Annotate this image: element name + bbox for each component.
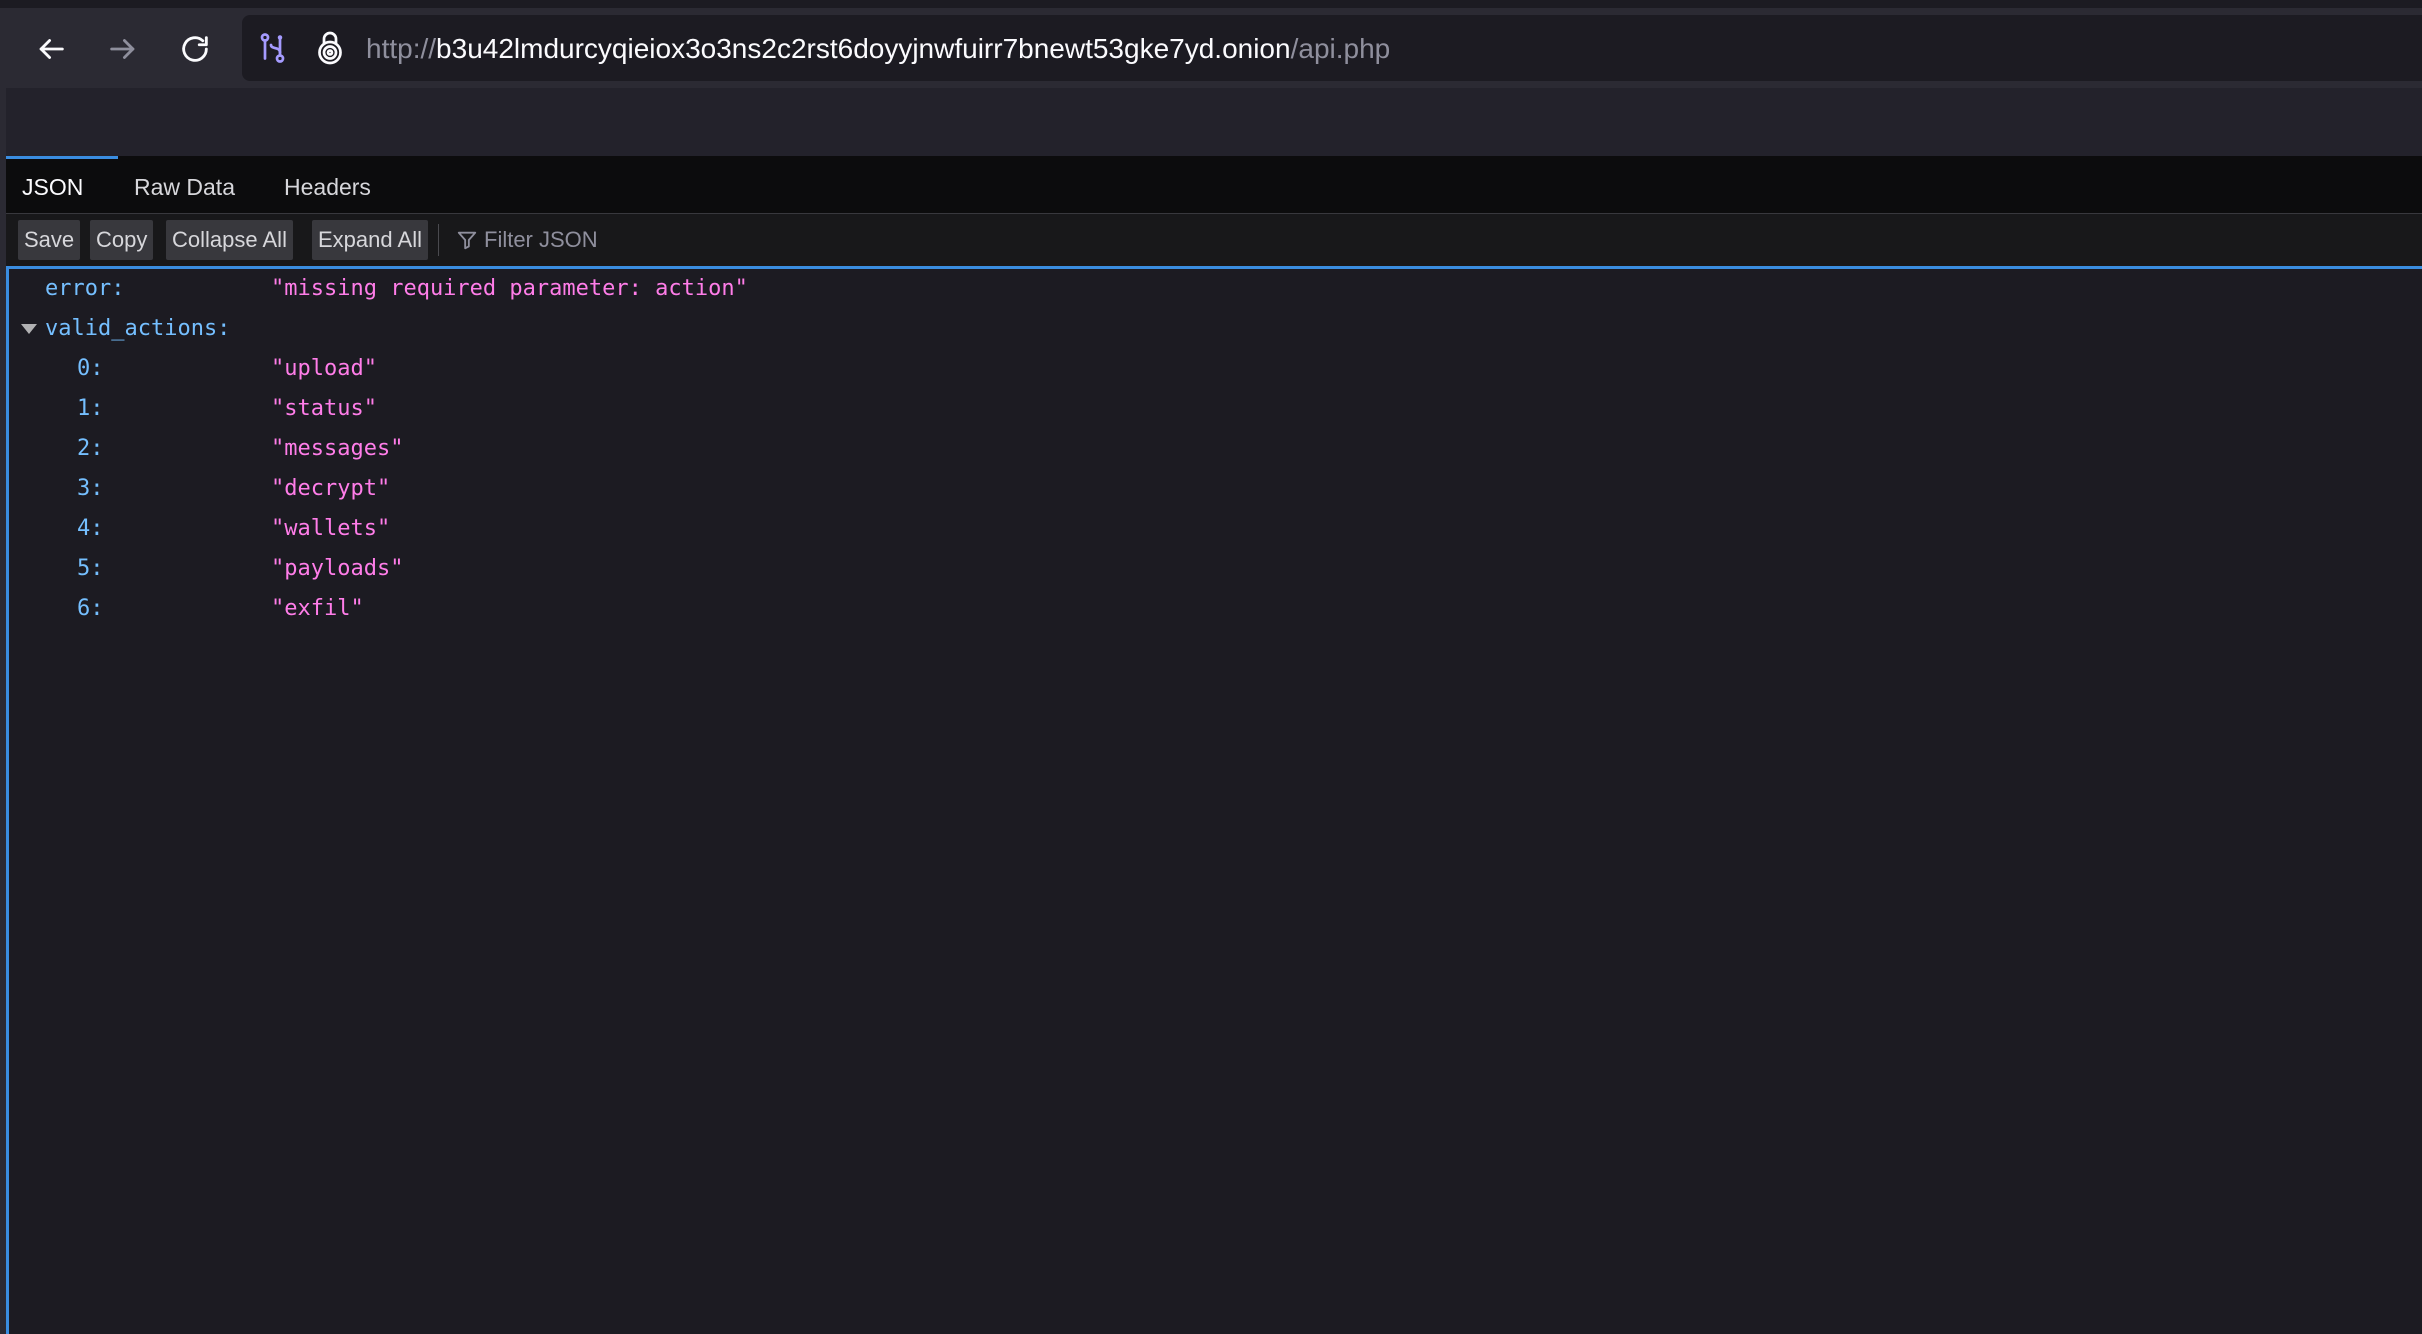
json-tree: error: "missing required parameter: acti… <box>6 269 2422 1334</box>
tab-json[interactable]: JSON <box>6 156 118 217</box>
json-array-item[interactable]: 0: "upload" <box>9 349 2409 389</box>
json-row-valid-actions[interactable]: valid_actions: <box>9 309 2409 349</box>
json-key: valid_actions: <box>45 316 231 341</box>
json-key: error: <box>45 276 125 301</box>
tab-headers[interactable]: Headers <box>268 156 387 214</box>
json-string-value: "payloads" <box>271 556 404 581</box>
url-bar[interactable]: http://b3u42lmdurcyqieiox3o3ns2c2rst6doy… <box>242 15 2422 81</box>
filter-json-input[interactable]: Filter JSON <box>456 220 598 260</box>
json-string-value: "status" <box>271 396 377 421</box>
filter-icon <box>457 231 477 250</box>
back-button[interactable] <box>28 26 74 72</box>
arrow-right-icon <box>110 39 135 59</box>
site-permissions-icon[interactable] <box>256 30 292 66</box>
json-string-value: "upload" <box>271 356 377 381</box>
json-index: 0: <box>77 356 104 381</box>
json-string-value: "wallets" <box>271 516 391 541</box>
json-array-item[interactable]: 2: "messages" <box>9 429 2409 469</box>
navigation-toolbar: http://b3u42lmdurcyqieiox3o3ns2c2rst6doy… <box>0 0 2422 88</box>
json-index: 6: <box>77 596 104 621</box>
expand-triangle-icon[interactable] <box>21 324 37 334</box>
url-text[interactable]: http://b3u42lmdurcyqieiox3o3ns2c2rst6doy… <box>366 32 1390 66</box>
json-array-item[interactable]: 1: "status" <box>9 389 2409 429</box>
onion-lock-icon[interactable] <box>312 30 348 66</box>
json-array-item[interactable]: 3: "decrypt" <box>9 469 2409 509</box>
json-index: 2: <box>77 436 104 461</box>
json-array-item[interactable]: 6: "exfil" <box>9 589 2409 629</box>
json-string-value: "exfil" <box>271 596 364 621</box>
reload-icon <box>182 36 208 62</box>
tab-raw-data[interactable]: Raw Data <box>118 156 251 214</box>
forward-button[interactable] <box>100 26 146 72</box>
json-row-error[interactable]: error: "missing required parameter: acti… <box>9 269 2409 309</box>
bookmarks-strip <box>6 88 2422 157</box>
json-index: 3: <box>77 476 104 501</box>
json-index: 5: <box>77 556 104 581</box>
filter-placeholder: Filter JSON <box>484 227 598 252</box>
url-path: /api.php <box>1290 33 1391 64</box>
url-host: b3u42lmdurcyqieiox3o3ns2c2rst6doyyjnwfui… <box>436 33 1291 64</box>
json-viewer-tabbar: JSON Raw Data Headers <box>6 156 2422 214</box>
json-array-item[interactable]: 4: "wallets" <box>9 509 2409 549</box>
copy-button[interactable]: Copy <box>90 220 154 260</box>
expand-all-button[interactable]: Expand All <box>312 220 428 260</box>
json-string-value: "missing required parameter: action" <box>271 276 748 301</box>
json-string-value: "decrypt" <box>271 476 391 501</box>
arrow-left-icon <box>39 39 64 59</box>
reload-button[interactable] <box>172 26 218 72</box>
toolbar-separator <box>438 224 439 256</box>
json-array-item[interactable]: 5: "payloads" <box>9 549 2409 589</box>
browser-window: http://b3u42lmdurcyqieiox3o3ns2c2rst6doy… <box>0 0 2422 1334</box>
json-string-value: "messages" <box>271 436 404 461</box>
url-scheme: http:// <box>366 33 437 64</box>
save-button[interactable]: Save <box>18 220 81 260</box>
json-index: 1: <box>77 396 104 421</box>
collapse-all-button[interactable]: Collapse All <box>166 220 293 260</box>
json-actions-toolbar: Save Copy Collapse All Expand All Filter… <box>6 214 2422 269</box>
json-index: 4: <box>77 516 104 541</box>
